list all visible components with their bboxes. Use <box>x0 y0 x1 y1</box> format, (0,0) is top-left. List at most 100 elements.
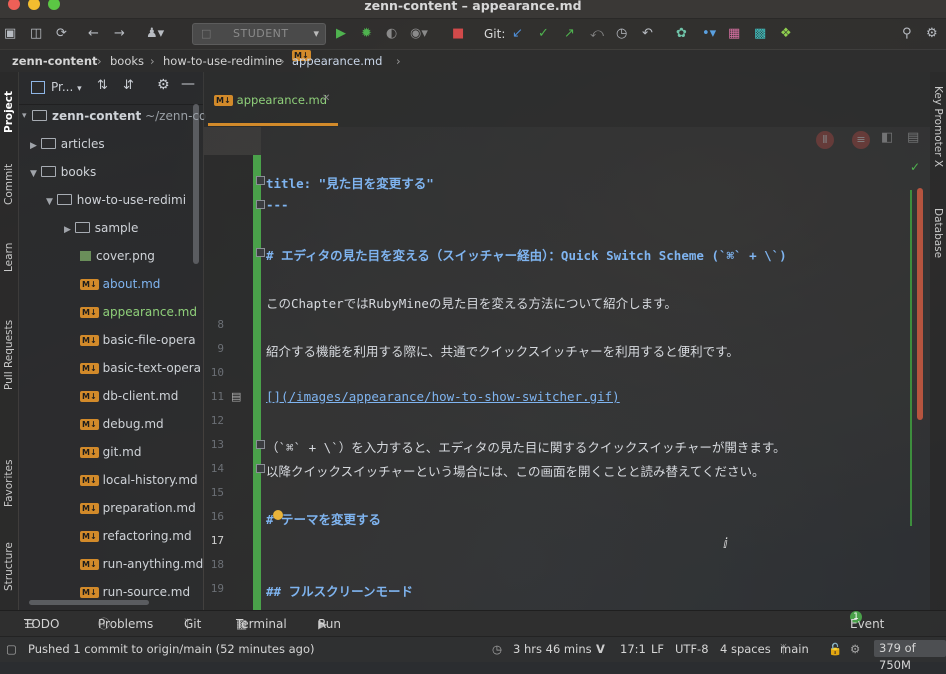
tab-favorites[interactable]: Favorites <box>0 448 18 518</box>
tree-item-basic-text[interactable]: M↓ basic-text-opera <box>80 354 201 382</box>
code-line[interactable]: # テーマを変更する <box>266 509 381 528</box>
status-line-separator[interactable]: LF <box>651 637 664 661</box>
search-icon[interactable]: ⚲ <box>902 25 912 43</box>
inspector-icon[interactable]: ⚙ <box>850 637 860 661</box>
rollback-icon[interactable]: ↶ <box>642 25 653 43</box>
layout-icon[interactable]: ▩ <box>754 25 766 43</box>
code-line[interactable]: title: "見た目を変更する" <box>266 173 434 192</box>
tab-commit[interactable]: Commit <box>0 154 18 214</box>
coverage-icon[interactable]: ◐ <box>386 25 397 43</box>
puzzle-icon[interactable]: ❖ <box>780 25 792 43</box>
tree-item-git[interactable]: M↓ git.md <box>80 438 141 466</box>
tree-item-appearance[interactable]: M↓ appearance.md <box>80 298 197 326</box>
breadcrumb-books[interactable]: books <box>110 50 144 72</box>
tree-item-local-history[interactable]: M↓ local-history.md <box>80 466 198 494</box>
tree-item-db-client[interactable]: M↓ db-client.md <box>80 382 178 410</box>
open-folder-icon[interactable]: ▣ <box>4 25 16 43</box>
code-line[interactable]: ## フルスクリーンモード <box>266 581 413 600</box>
tree-item-about[interactable]: M↓ about.md <box>80 270 160 298</box>
tab-database[interactable]: Database <box>930 208 946 278</box>
save-icon[interactable]: ◫ <box>30 25 42 43</box>
tab-project[interactable]: Project <box>0 82 18 142</box>
code-line[interactable]: 紹介する機能を利用する際に、共通でクイックスイッチャーを利用すると便利です。 <box>266 341 739 360</box>
editor-scrollbar[interactable] <box>917 188 923 420</box>
git-commit-icon[interactable]: ✓ <box>538 25 549 43</box>
status-encoding[interactable]: UTF-8 <box>675 637 709 661</box>
text-cursor-icon: ⅈ <box>723 536 728 552</box>
tab-key-promoter[interactable]: Key Promoter X <box>930 86 946 186</box>
tree-item-books[interactable]: ▼ books <box>30 158 96 186</box>
code-line[interactable]: 以降クイックスイッチャーという場合には、この画面を開くことと読み替えてください。 <box>266 461 765 480</box>
history-icon[interactable]: ◷ <box>616 25 627 43</box>
back-arrow-icon[interactable]: ← <box>88 25 99 43</box>
fold-marker[interactable] <box>256 248 265 257</box>
tree-item-refactoring[interactable]: M↓ refactoring.md <box>80 522 192 550</box>
line-number: 16 <box>210 510 224 523</box>
run-configuration-select[interactable]: □ STUDENT ▾ <box>192 23 326 45</box>
status-indent[interactable]: 4 spaces <box>720 637 771 661</box>
tree-item-label: about.md <box>102 277 161 291</box>
tree-item-how-to-use-redimine[interactable]: ▼ how-to-use-redimi <box>46 186 186 214</box>
tab-label: appearance.md <box>236 93 328 107</box>
image-gutter-icon[interactable]: ▤ <box>231 390 241 403</box>
tab-structure[interactable]: Structure <box>0 532 18 602</box>
close-tab-icon[interactable]: ✕ <box>322 93 330 104</box>
code-line[interactable]: このChapterではRubyMineの見た目を変える方法について紹介します。 <box>266 293 677 312</box>
code-line[interactable]: # エディタの見た目を変える（スイッチャー経由）：Quick Switch Sc… <box>266 245 787 264</box>
code-line[interactable]: （`⌘` + \`）を入力すると、エディタの見た目に関するクイックスイッチャーが… <box>266 437 786 456</box>
intention-bulb-icon[interactable] <box>273 510 283 520</box>
tree-root[interactable]: ▾ zenn-content ~/zenn-co <box>22 102 206 130</box>
colors-icon[interactable]: ▦ <box>728 25 740 43</box>
tree-item-basic-file[interactable]: M↓ basic-file-opera <box>80 326 196 354</box>
tree-item-run-source[interactable]: M↓ run-source.md <box>80 578 190 606</box>
inspection-ok-icon[interactable]: ✓ <box>910 160 920 174</box>
tree-item-debug[interactable]: M↓ debug.md <box>80 410 164 438</box>
collapse-all-icon[interactable]: ⇵ <box>123 78 134 93</box>
git-label: Git: <box>484 27 506 41</box>
code-line-image-link[interactable]: [](/images/appearance/how-to-show-switch… <box>266 389 620 404</box>
git-push-icon[interactable]: ↗ <box>564 25 575 43</box>
stop-icon[interactable]: ■ <box>452 25 464 43</box>
git-merge-icon[interactable]: ⤺ <box>590 25 604 43</box>
tree-item-run-anything[interactable]: M↓ run-anything.md <box>80 550 203 578</box>
tree-item-sample[interactable]: ▶ sample <box>64 214 138 242</box>
tab-learn[interactable]: Learn <box>0 232 18 282</box>
lock-icon[interactable]: 🔓 <box>828 637 842 661</box>
expand-all-icon[interactable]: ⇅ <box>97 78 108 93</box>
tab-pull-requests[interactable]: Pull Requests <box>0 300 18 410</box>
run-icon[interactable]: ▶ <box>336 25 346 43</box>
profile-icon[interactable]: ◉▾ <box>410 25 428 43</box>
tab-appearance-md[interactable]: M↓ appearance.md ✕ <box>208 72 338 127</box>
status-position[interactable]: 17:1 <box>620 637 646 661</box>
breadcrumb-project[interactable]: zenn-content <box>12 50 98 72</box>
debug-icon[interactable]: ✹ <box>361 25 372 43</box>
folder-icon <box>40 138 56 149</box>
fold-marker[interactable] <box>256 200 265 209</box>
user-dropdown-icon[interactable]: ♟▾ <box>146 25 164 43</box>
breadcrumb-folder[interactable]: how-to-use-redimine <box>163 50 282 72</box>
tree-item-cover[interactable]: cover.png <box>80 242 155 270</box>
gear-icon[interactable]: ⚙ <box>926 25 938 43</box>
plugin-icon[interactable]: ✿ <box>676 25 687 43</box>
fold-marker[interactable] <box>256 440 265 449</box>
fold-marker[interactable] <box>256 176 265 185</box>
status-message[interactable]: Pushed 1 commit to origin/main (52 minut… <box>28 637 314 661</box>
status-time[interactable]: 3 hrs 46 mins <box>513 637 592 661</box>
tree-item-articles[interactable]: ▶ articles <box>30 130 105 158</box>
git-update-icon[interactable]: ↙ <box>512 25 523 43</box>
hide-panel-icon[interactable]: — <box>181 76 195 92</box>
fold-marker[interactable] <box>256 464 265 473</box>
right-tool-stripe: Key Promoter X Database <box>930 72 946 610</box>
code-line[interactable]: --- <box>266 197 289 212</box>
line-number: 19 <box>210 582 224 595</box>
editorconfig-icon[interactable]: V <box>596 637 605 661</box>
layout-toggle-icon[interactable]: ▢ <box>6 637 17 661</box>
editor-area[interactable] <box>261 127 930 610</box>
forward-arrow-icon[interactable]: → <box>114 25 125 43</box>
tree-item-preparation[interactable]: M↓ preparation.md <box>80 494 196 522</box>
gear-icon[interactable]: ⚙ <box>157 77 170 93</box>
memory-indicator[interactable]: 379 of 750M <box>874 640 946 672</box>
project-view-select[interactable]: Pr... ▾ <box>51 80 82 94</box>
sync-icon[interactable]: ⟳ <box>56 25 67 43</box>
indicator-icon[interactable]: •▾ <box>702 25 716 43</box>
